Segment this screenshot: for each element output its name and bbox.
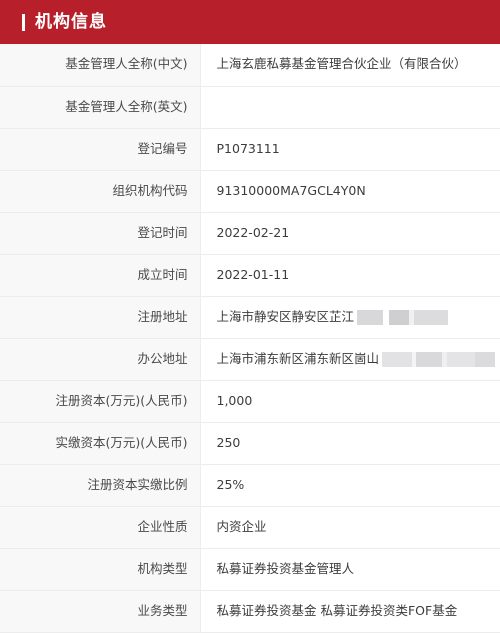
row-value-text: 250 [217, 435, 241, 452]
table-row: 登记时间 2022-02-21 [0, 212, 500, 254]
table-row: 业务类型私募证券投资基金 私募证券投资类FOF基金 [0, 590, 500, 632]
row-label: 业务类型 [0, 590, 200, 632]
row-label: 基金管理人全称(英文) [0, 86, 200, 128]
row-value: 内资企业 [200, 506, 500, 548]
mosaic-block [357, 310, 383, 325]
section-header: 机构信息 [0, 0, 500, 44]
page-title: 机构信息 [35, 14, 107, 31]
mosaic-block [382, 352, 412, 367]
row-value: 25% [200, 464, 500, 506]
row-value: 250 [200, 422, 500, 464]
row-value-text: 私募证券投资基金管理人 [217, 561, 355, 578]
value-wrapper: 上海玄鹿私募基金管理合伙企业（有限合伙） [217, 56, 500, 73]
row-value: 上海市静安区静安区芷江 [200, 296, 500, 338]
row-value: 私募证券投资基金 私募证券投资类FOF基金 [200, 590, 500, 632]
value-wrapper: 私募证券投资基金管理人 [217, 561, 500, 578]
row-value: 上海玄鹿私募基金管理合伙企业（有限合伙） [200, 44, 500, 86]
row-label: 办公地址 [0, 338, 200, 380]
table-body: 基金管理人全称(中文) 上海玄鹿私募基金管理合伙企业（有限合伙） 基金管理人全称(英… [0, 44, 500, 632]
institution-info-page: 机构信息 基金管理人全称(中文)上海玄鹿私募基金管理合伙企业（有限合伙）基金管理… [0, 0, 500, 632]
table-row: 办公地址上海市浦东新区浦东新区崮山 [0, 338, 500, 380]
row-value-text: 2022-01-11 [217, 267, 290, 284]
table-row: 注册地址上海市静安区静安区芷江 [0, 296, 500, 338]
value-wrapper: 2022-01-11 [217, 267, 500, 284]
row-value: 1,000 [200, 380, 500, 422]
row-label: 组织机构代码 [0, 170, 200, 212]
row-value-text: 2022-02-21 [217, 225, 290, 242]
row-value: 91310000MA7GCL4Y0N [200, 170, 500, 212]
table-row: 注册资本实缴比例 25% [0, 464, 500, 506]
row-value-text: 上海玄鹿私募基金管理合伙企业（有限合伙） [217, 56, 467, 73]
row-value-text: 私募证券投资基金 私募证券投资类FOF基金 [217, 603, 458, 620]
row-value-text: 1,000 [217, 393, 253, 410]
mosaic-block [475, 352, 495, 367]
row-label: 注册资本实缴比例 [0, 464, 200, 506]
value-wrapper: 91310000MA7GCL4Y0N [217, 183, 500, 200]
row-value: 上海市浦东新区浦东新区崮山 [200, 338, 500, 380]
row-value: 2022-01-11 [200, 254, 500, 296]
row-value-text: 25% [217, 477, 245, 494]
row-label: 基金管理人全称(中文) [0, 44, 200, 86]
institution-info-table: 基金管理人全称(中文) 上海玄鹿私募基金管理合伙企业（有限合伙） 基金管理人全称(英… [0, 44, 500, 633]
redacted-text-mosaic [357, 310, 448, 325]
table-row: 成立时间 2022-01-11 [0, 254, 500, 296]
value-wrapper: 私募证券投资基金 私募证券投资类FOF基金 [217, 603, 500, 620]
mosaic-block [389, 310, 409, 325]
header-accent-bar-icon [22, 14, 25, 31]
row-value-text: P1073111 [217, 141, 280, 158]
value-wrapper: 上海市静安区静安区芷江 [217, 309, 500, 326]
table-row: 注册资本(万元)(人民币) 1,000 [0, 380, 500, 422]
row-value [200, 86, 500, 128]
row-value-text: 内资企业 [217, 519, 267, 536]
row-label: 成立时间 [0, 254, 200, 296]
value-wrapper: P1073111 [217, 141, 500, 158]
row-value-text: 上海市浦东新区浦东新区崮山 [217, 351, 380, 368]
value-wrapper: 25% [217, 477, 500, 494]
table-row: 组织机构代码 91310000MA7GCL4Y0N [0, 170, 500, 212]
table-row: 登记编号 P1073111 [0, 128, 500, 170]
row-value: 2022-02-21 [200, 212, 500, 254]
row-label: 注册资本(万元)(人民币) [0, 380, 200, 422]
value-wrapper: 1,000 [217, 393, 500, 410]
value-wrapper: 内资企业 [217, 519, 500, 536]
row-label: 机构类型 [0, 548, 200, 590]
value-wrapper: 上海市浦东新区浦东新区崮山 [217, 351, 500, 368]
row-value-text: 上海市静安区静安区芷江 [217, 309, 355, 326]
row-label: 实缴资本(万元)(人民币) [0, 422, 200, 464]
value-wrapper: 250 [217, 435, 500, 452]
table-row: 机构类型私募证券投资基金管理人 [0, 548, 500, 590]
row-value: 私募证券投资基金管理人 [200, 548, 500, 590]
redacted-text-mosaic [382, 352, 495, 367]
table-row: 实缴资本(万元)(人民币) 250 [0, 422, 500, 464]
row-label: 企业性质 [0, 506, 200, 548]
mosaic-block [414, 310, 448, 325]
row-label: 登记编号 [0, 128, 200, 170]
mosaic-block [447, 352, 475, 367]
table-row: 基金管理人全称(英文) [0, 86, 500, 128]
row-label: 注册地址 [0, 296, 200, 338]
table-row: 基金管理人全称(中文) 上海玄鹿私募基金管理合伙企业（有限合伙） [0, 44, 500, 86]
row-label: 登记时间 [0, 212, 200, 254]
mosaic-block [416, 352, 442, 367]
row-value-text: 91310000MA7GCL4Y0N [217, 183, 366, 200]
value-wrapper: 2022-02-21 [217, 225, 500, 242]
table-row: 企业性质内资企业 [0, 506, 500, 548]
row-value: P1073111 [200, 128, 500, 170]
